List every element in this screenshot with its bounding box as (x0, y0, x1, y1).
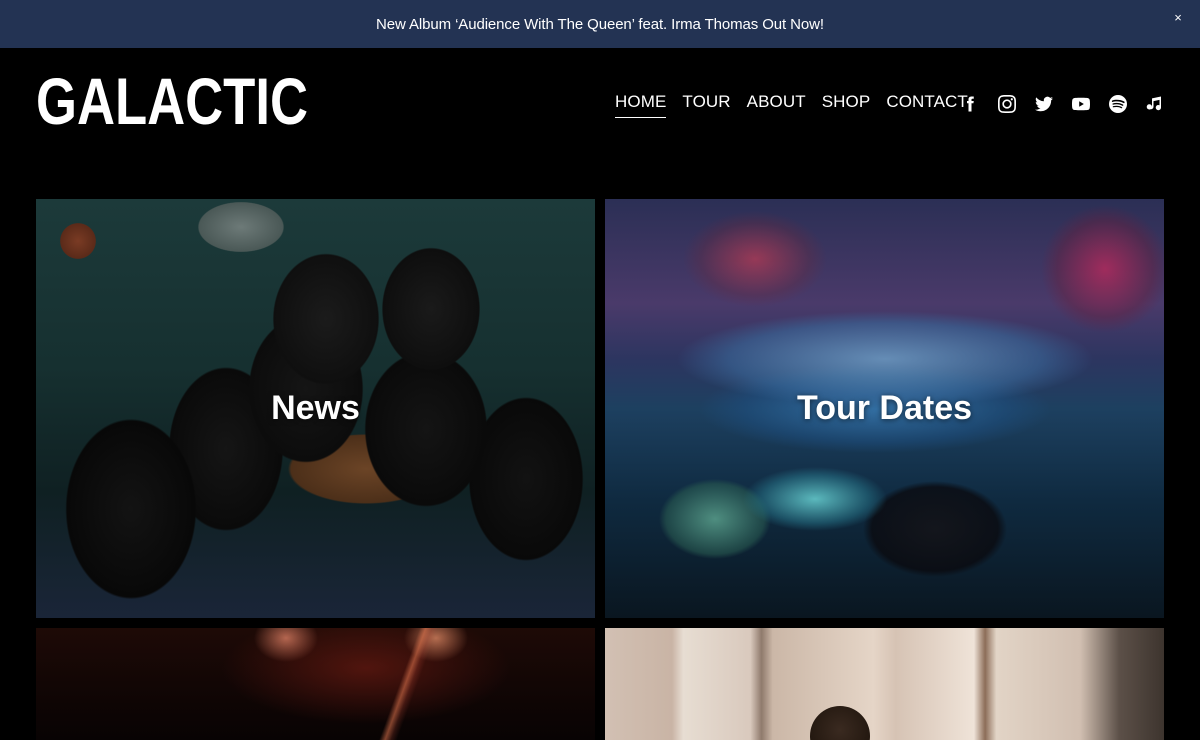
instagram-icon[interactable] (997, 94, 1017, 114)
nav-item-shop[interactable]: SHOP (822, 92, 871, 118)
stage-lights-photo (36, 628, 595, 740)
news-tile[interactable]: News (36, 199, 595, 618)
news-tile-label: News (271, 389, 360, 427)
music-note-icon[interactable] (1145, 94, 1165, 114)
twitter-icon[interactable] (1034, 94, 1054, 114)
stage-lights-tile[interactable] (36, 628, 595, 740)
main-nav: HOME TOUR ABOUT SHOP CONTACT (615, 92, 984, 118)
facebook-icon[interactable] (960, 94, 980, 114)
youtube-icon[interactable] (1071, 94, 1091, 114)
announcement-bar: New Album ‘Audience With The Queen’ feat… (0, 0, 1200, 48)
nav-item-about[interactable]: ABOUT (747, 92, 806, 118)
svg-text:GALACTIC: GALACTIC (36, 74, 308, 130)
nav-item-home[interactable]: HOME (615, 92, 667, 118)
studio-tile[interactable] (605, 628, 1164, 740)
tour-dates-tile[interactable]: Tour Dates (605, 199, 1164, 618)
nav-item-contact[interactable]: CONTACT (886, 92, 968, 118)
announcement-text[interactable]: New Album ‘Audience With The Queen’ feat… (376, 16, 824, 33)
close-icon[interactable]: × (1170, 10, 1186, 26)
spotify-icon[interactable] (1108, 94, 1128, 114)
logo[interactable]: GALACTIC (36, 74, 308, 130)
studio-photo (605, 628, 1164, 740)
tour-dates-tile-label: Tour Dates (796, 389, 973, 427)
site-header: GALACTIC HOME TOUR ABOUT SHOP CONTACT (0, 48, 1200, 160)
social-links (960, 94, 1182, 114)
nav-item-tour[interactable]: TOUR (682, 92, 730, 118)
